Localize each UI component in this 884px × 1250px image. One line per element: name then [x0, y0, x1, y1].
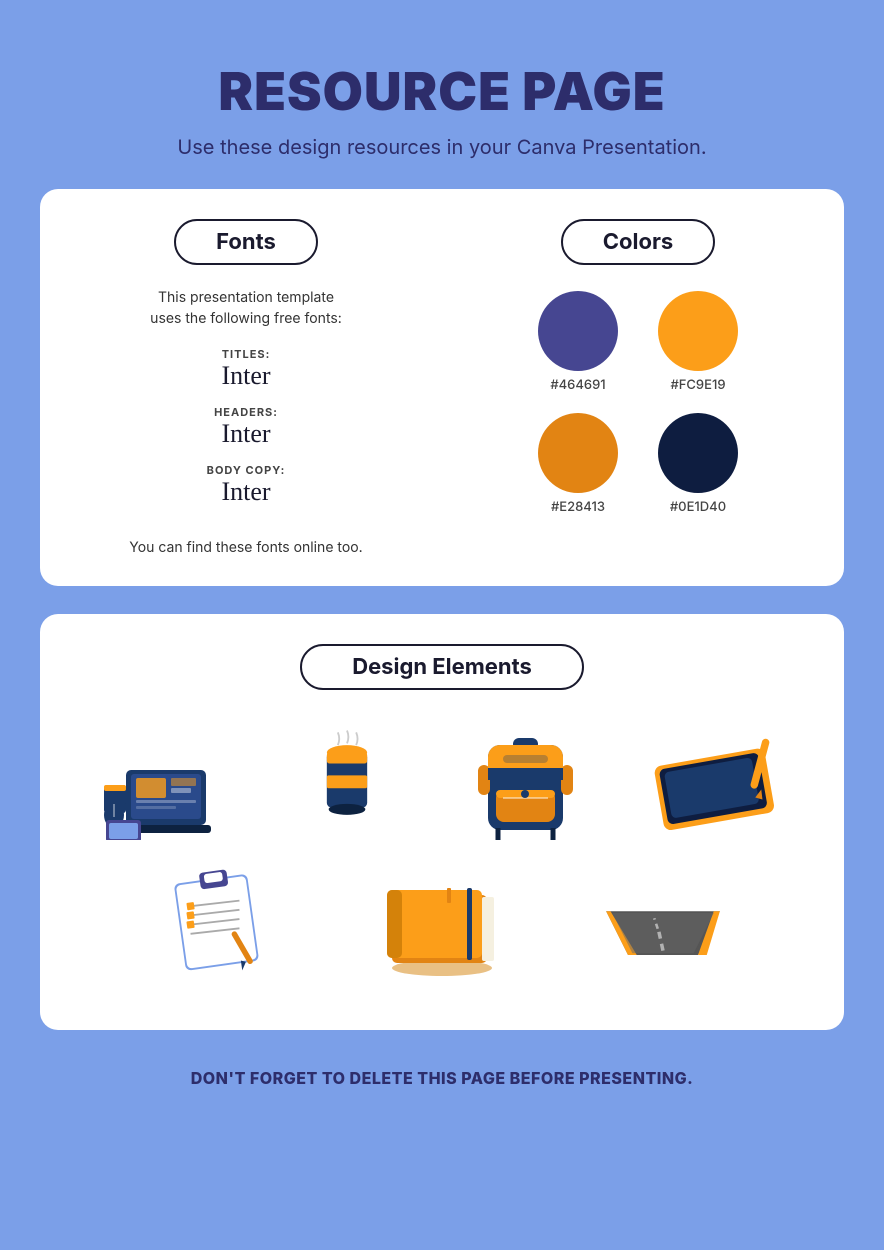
color-grid: #464691 #FC9E19 #E28413 #0E1D40 — [538, 291, 738, 515]
color-hex-3: #E28413 — [551, 499, 605, 515]
font-label-body: BODY COPY: — [207, 463, 286, 477]
color-item-4: #0E1D40 — [658, 413, 738, 515]
color-hex-4: #0E1D40 — [670, 499, 726, 515]
font-name-headers: Inter — [214, 419, 278, 449]
design-elements-tab: Design Elements — [300, 644, 584, 690]
color-item-1: #464691 — [538, 291, 618, 393]
font-label-headers: HEADERS: — [214, 405, 278, 419]
color-hex-1: #464691 — [550, 377, 605, 393]
colors-tab: Colors — [561, 219, 716, 265]
color-item-2: #FC9E19 — [658, 291, 738, 393]
font-name-titles: Inter — [221, 361, 270, 391]
fonts-colors-card: Fonts This presentation templateuses the… — [40, 189, 844, 586]
road-element — [593, 860, 733, 980]
fonts-footer: You can find these fonts online too. — [129, 539, 362, 556]
font-label-titles: TITLES: — [221, 347, 270, 361]
elements-row-2 — [70, 860, 814, 980]
laptop-element — [96, 720, 236, 840]
fonts-section: Fonts This presentation templateuses the… — [70, 219, 442, 556]
colors-section: Colors #464691 #FC9E19 #E28413 #0E1D40 — [442, 219, 814, 556]
page-title: RESOURCE PAGE — [218, 60, 665, 123]
footer-note: DON'T FORGET TO DELETE THIS PAGE BEFORE … — [191, 1068, 694, 1088]
coffee-cup-element — [287, 725, 407, 835]
color-circle-2 — [658, 291, 738, 371]
elements-row-1 — [70, 720, 814, 840]
font-entry-body: BODY COPY: Inter — [207, 463, 286, 507]
color-circle-4 — [658, 413, 738, 493]
backpack-element — [458, 720, 598, 840]
clipboard-element — [151, 860, 291, 980]
fonts-tab: Fonts — [174, 219, 318, 265]
fonts-intro: This presentation templateuses the follo… — [150, 287, 342, 329]
font-entry-titles: TITLES: Inter — [221, 347, 270, 391]
color-circle-3 — [538, 413, 618, 493]
page-subtitle: Use these design resources in your Canva… — [177, 135, 706, 159]
color-item-3: #E28413 — [538, 413, 618, 515]
font-entry-headers: HEADERS: Inter — [214, 405, 278, 449]
font-name-body: Inter — [207, 477, 286, 507]
tablet-element — [649, 720, 789, 840]
notebook-element — [372, 860, 512, 980]
color-circle-1 — [538, 291, 618, 371]
design-elements-card: Design Elements — [40, 614, 844, 1030]
color-hex-2: #FC9E19 — [670, 377, 725, 393]
